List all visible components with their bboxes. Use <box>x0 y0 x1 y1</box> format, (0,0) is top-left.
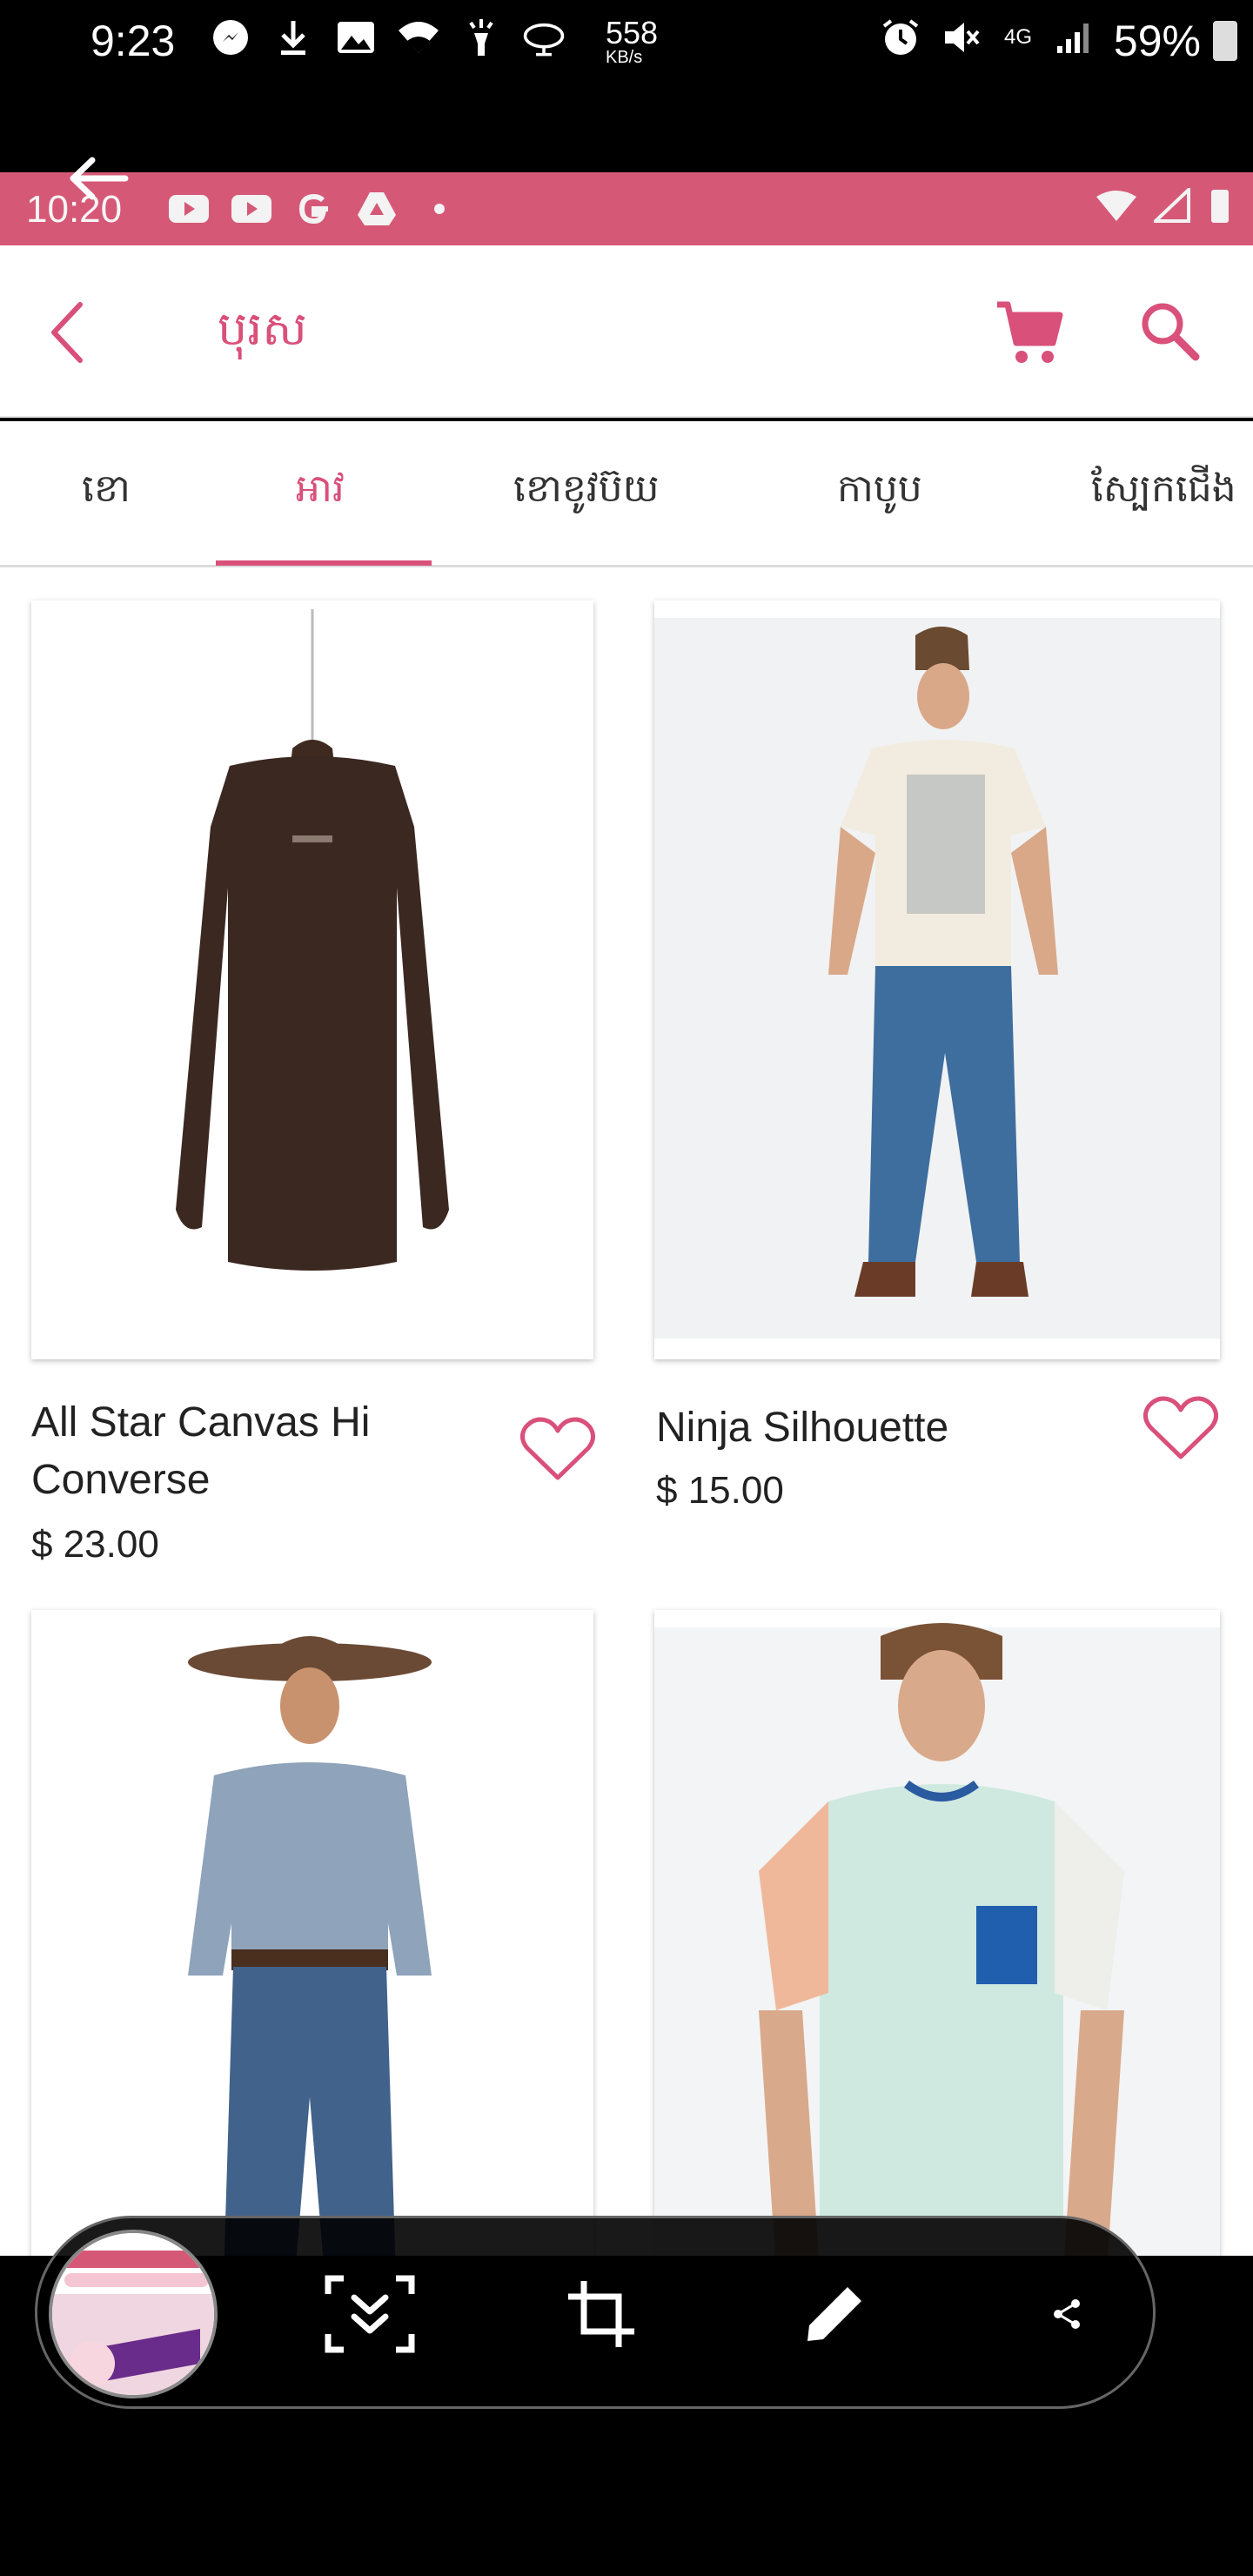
product-image <box>654 1610 1220 2256</box>
tab-shoes[interactable]: ស្បែកជើង <box>1091 465 1236 520</box>
share-button[interactable] <box>1023 2266 1110 2362</box>
screenshot-thumbnail[interactable] <box>49 2230 218 2398</box>
product-card[interactable] <box>31 600 593 1359</box>
messenger-icon <box>209 16 252 59</box>
product-image <box>31 1610 593 2256</box>
network-speed-unit: KB/s <box>606 48 643 67</box>
mute-icon <box>940 16 983 59</box>
heart-icon[interactable] <box>1142 1394 1220 1464</box>
signal-icon <box>1053 16 1096 59</box>
pencil-icon <box>807 2287 861 2341</box>
product-name[interactable]: All Star Canvas Hi Converse <box>31 1394 501 1509</box>
inner-system-icons <box>1095 186 1232 225</box>
product-card[interactable] <box>654 600 1220 1359</box>
dot-icon <box>416 190 463 228</box>
wifi-icon <box>397 16 440 59</box>
search-icon[interactable] <box>1136 298 1204 366</box>
image-icon <box>334 16 378 59</box>
active-tab-indicator <box>216 560 432 566</box>
product-name[interactable]: Ninja Silhouette <box>656 1399 1109 1457</box>
product-grid: All Star Canvas Hi Converse $ 23.00 Ninj… <box>0 567 1253 2256</box>
cart-icon[interactable] <box>992 296 1065 369</box>
network-speed: 558 KB/s <box>606 15 659 67</box>
category-tabs: ខោ អាវ ខោខូវប៊យ កាបូប ស្បែកជើង <box>0 421 1253 567</box>
product-price: $ 23.00 <box>31 1523 159 1566</box>
youtube-icon <box>228 190 275 228</box>
back-arrow-icon[interactable] <box>66 157 129 200</box>
inner-status-bar: 10:20 <box>0 172 1253 245</box>
system-status-bar: 9:23 558 KB/s 4G 59% <box>0 0 1253 87</box>
inner-notification-icons <box>165 190 463 228</box>
product-card[interactable] <box>31 1610 593 2256</box>
network-speed-value: 558 <box>606 15 659 50</box>
battery-icon <box>1211 190 1229 223</box>
crop-button[interactable] <box>553 2266 649 2362</box>
download-icon <box>271 16 315 59</box>
battery-icon <box>1213 21 1237 61</box>
scroll-capture-button[interactable] <box>322 2266 418 2362</box>
tab-pants[interactable]: ខោ <box>82 465 131 520</box>
network-type-label: 4G <box>1003 25 1032 49</box>
wifi-icon <box>1096 191 1136 221</box>
share-icon <box>1054 2299 1080 2329</box>
back-button[interactable] <box>42 298 94 367</box>
tab-cowboy-pants[interactable]: ខោខូវប៊យ <box>513 465 660 520</box>
ftp-cloud-icon <box>522 16 566 59</box>
tab-shirts[interactable]: អាវ <box>296 465 345 520</box>
scroll-capture-icon <box>325 2275 415 2353</box>
app-bar: បុរស <box>0 245 1253 418</box>
system-time: 9:23 <box>90 17 176 65</box>
thumbnail-image <box>52 2233 214 2395</box>
signal-icon <box>1154 188 1190 223</box>
notification-icons <box>209 16 566 59</box>
product-image <box>31 600 593 1359</box>
crop-icon <box>568 2281 634 2347</box>
drive-icon <box>353 190 400 228</box>
page-title: បុរស <box>218 301 307 356</box>
system-icons-right: 4G <box>879 16 1096 59</box>
battery-percent: 59% <box>1113 17 1201 65</box>
heart-icon[interactable] <box>519 1415 597 1485</box>
tab-wallets[interactable]: កាបូប <box>837 465 922 520</box>
draw-button[interactable] <box>787 2266 882 2362</box>
network-type: 4G <box>1001 16 1035 59</box>
product-image <box>654 600 1220 1359</box>
product-card[interactable] <box>654 1610 1220 2256</box>
product-price: $ 15.00 <box>656 1469 784 1512</box>
youtube-icon <box>165 190 212 228</box>
alarm-icon <box>879 16 922 59</box>
google-icon <box>291 190 338 228</box>
flashlight-icon <box>459 16 503 59</box>
